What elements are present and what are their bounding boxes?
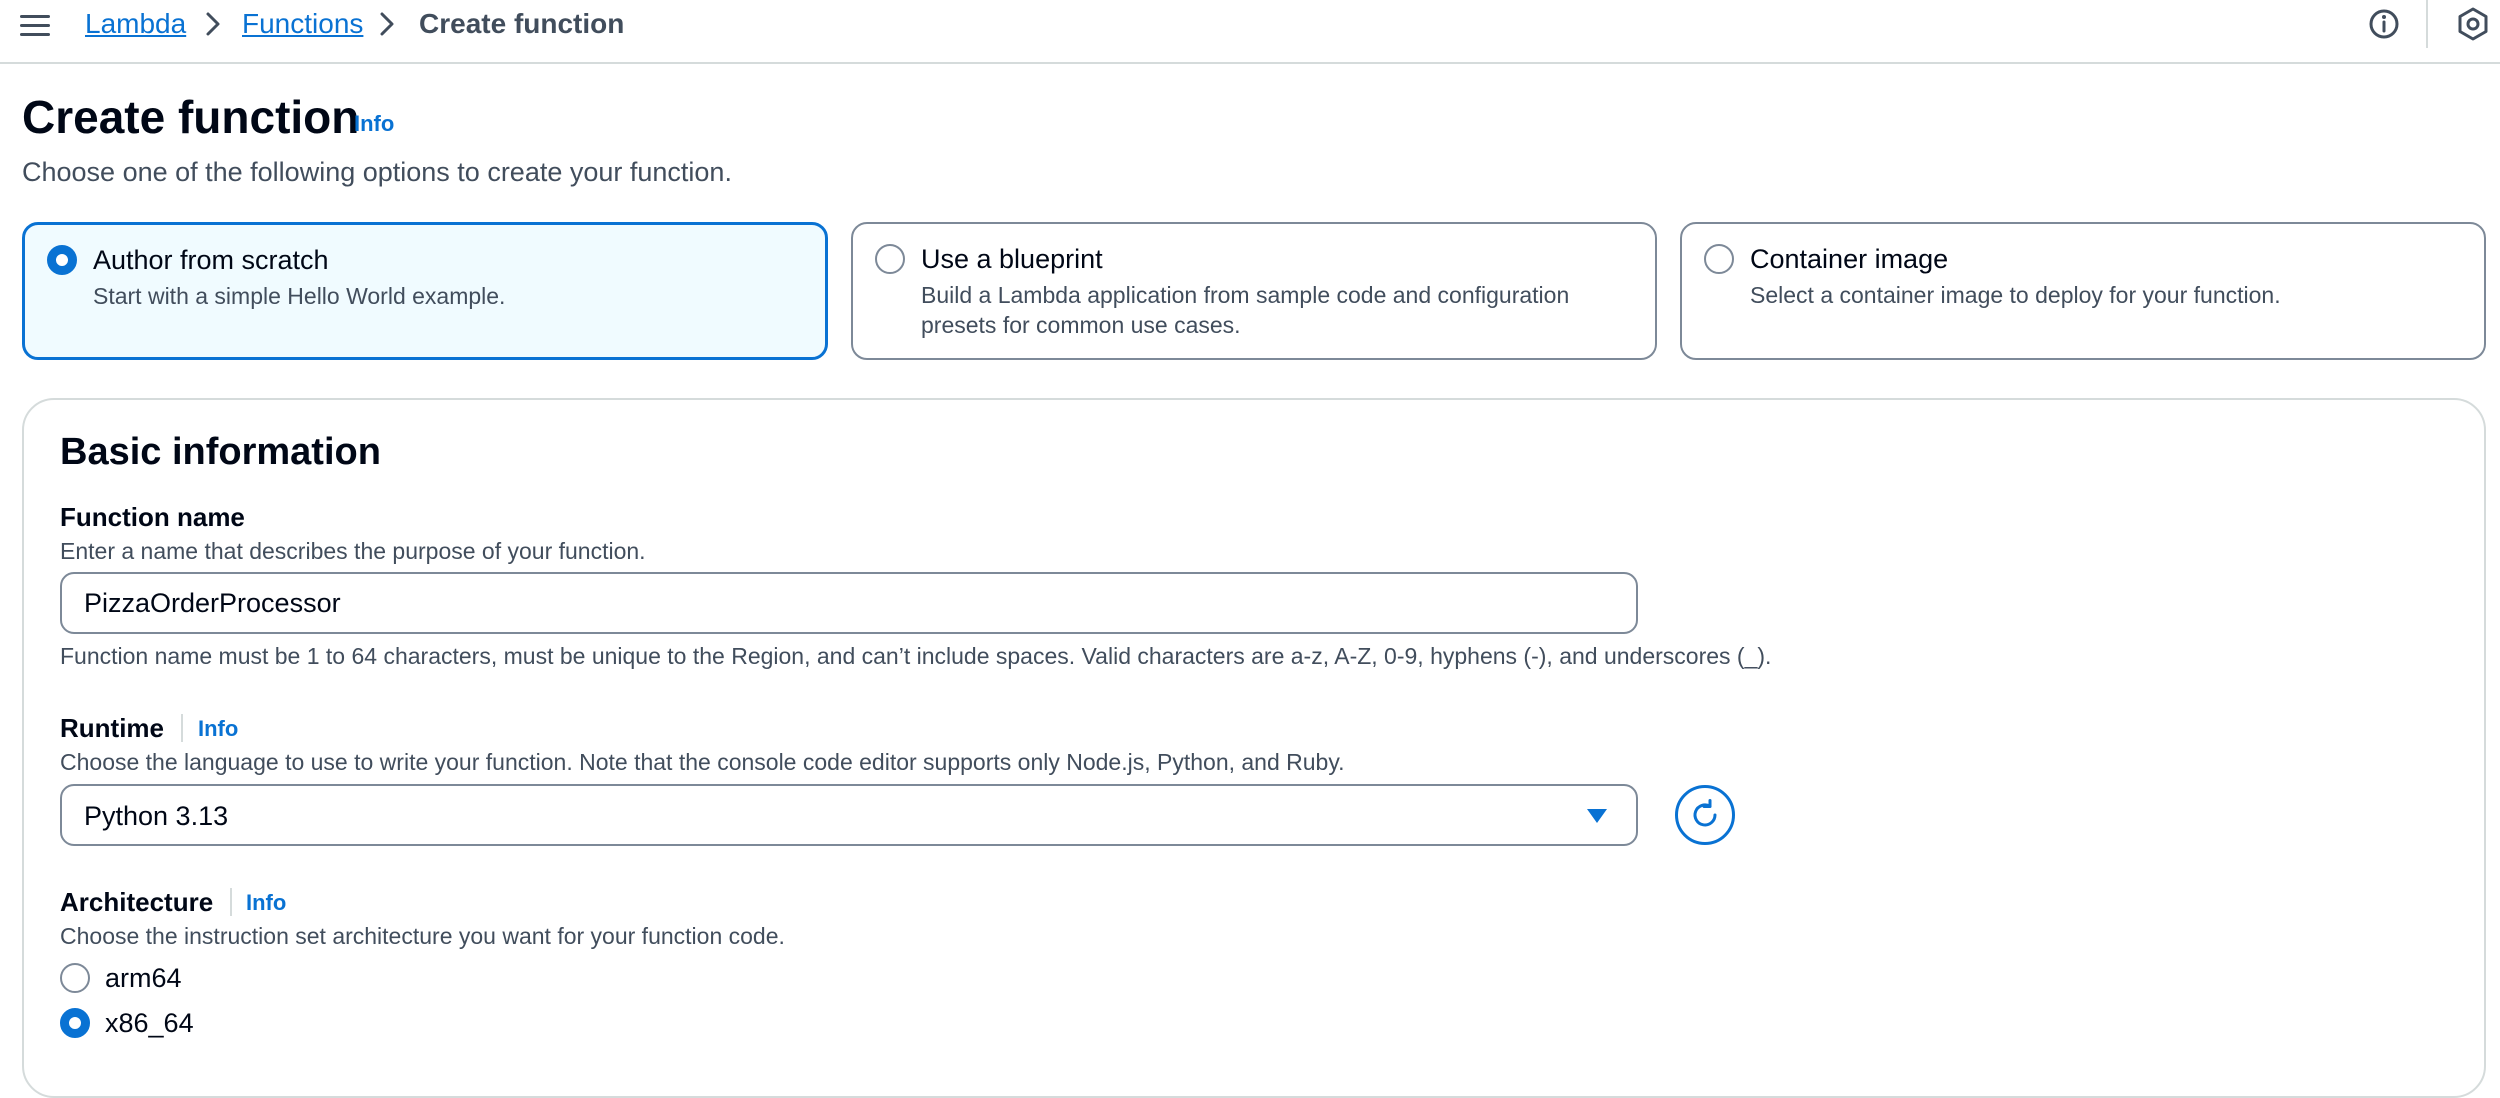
option-description: Build a Lambda application from sample c… bbox=[921, 282, 1570, 338]
runtime-info-link[interactable]: Info bbox=[198, 715, 238, 743]
runtime-selected-value: Python 3.13 bbox=[84, 801, 229, 831]
breadcrumb-functions[interactable]: Functions bbox=[242, 6, 363, 42]
label-divider bbox=[181, 714, 183, 742]
radio-author-from-scratch[interactable] bbox=[47, 245, 77, 275]
page-description: Choose one of the following options to c… bbox=[22, 157, 732, 187]
function-name-input[interactable]: PizzaOrderProcessor bbox=[60, 572, 1638, 634]
page-info-link[interactable]: Info bbox=[354, 110, 394, 138]
caret-down-icon bbox=[1587, 809, 1607, 823]
refresh-runtimes-button[interactable] bbox=[1675, 785, 1735, 845]
chevron-right-icon bbox=[206, 12, 220, 36]
architecture-description: Choose the instruction set architecture … bbox=[60, 923, 785, 949]
top-navigation-bar: Lambda Functions Create function bbox=[0, 0, 2500, 64]
radio-container-image[interactable] bbox=[1704, 244, 1734, 274]
option-title: Author from scratch bbox=[93, 245, 329, 275]
hexagon-settings-icon[interactable] bbox=[2455, 6, 2491, 42]
chevron-right-icon bbox=[380, 12, 394, 36]
function-name-constraint: Function name must be 1 to 64 characters… bbox=[60, 643, 1772, 669]
option-description: Start with a simple Hello World example. bbox=[93, 283, 506, 309]
page-title: Create function bbox=[22, 91, 360, 143]
option-description: Select a container image to deploy for y… bbox=[1750, 282, 2281, 308]
info-circle-icon[interactable] bbox=[2368, 8, 2400, 40]
runtime-select[interactable]: Python 3.13 bbox=[60, 784, 1638, 846]
architecture-label: Architecture bbox=[60, 887, 214, 917]
option-author-from-scratch[interactable]: Author from scratch Start with a simple … bbox=[22, 222, 828, 360]
refresh-icon bbox=[1693, 799, 1717, 827]
radio-x86-64[interactable] bbox=[60, 1008, 90, 1038]
architecture-option-label: x86_64 bbox=[105, 1008, 194, 1038]
function-name-description: Enter a name that describes the purpose … bbox=[60, 538, 646, 564]
runtime-description: Choose the language to use to write your… bbox=[60, 749, 1345, 775]
function-name-label: Function name bbox=[60, 502, 245, 532]
hamburger-menu-icon[interactable] bbox=[20, 11, 50, 41]
radio-arm64[interactable] bbox=[60, 963, 90, 993]
basic-information-heading: Basic information bbox=[60, 431, 381, 473]
breadcrumb-current: Create function bbox=[419, 8, 625, 39]
option-title: Use a blueprint bbox=[921, 244, 1103, 274]
radio-use-a-blueprint[interactable] bbox=[875, 244, 905, 274]
option-container-image[interactable]: Container image Select a container image… bbox=[1680, 222, 2486, 360]
label-divider bbox=[230, 888, 232, 916]
runtime-label: Runtime bbox=[60, 713, 164, 743]
option-title: Container image bbox=[1750, 244, 1949, 274]
option-use-a-blueprint[interactable]: Use a blueprint Build a Lambda applicati… bbox=[851, 222, 1657, 360]
architecture-option-label: arm64 bbox=[105, 963, 182, 993]
breadcrumb-lambda[interactable]: Lambda bbox=[85, 6, 186, 42]
toolbar-divider bbox=[2426, 0, 2428, 48]
architecture-info-link[interactable]: Info bbox=[246, 889, 286, 917]
